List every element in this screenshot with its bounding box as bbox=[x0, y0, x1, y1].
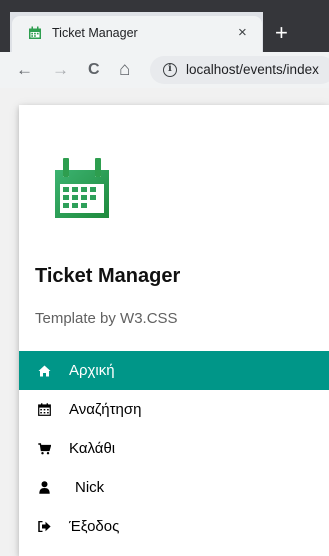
reload-icon[interactable]: C bbox=[88, 60, 100, 80]
sidebar: Ticket Manager Template by W3.CSS Αρχική bbox=[19, 105, 329, 556]
sidebar-item-user[interactable]: Nick bbox=[19, 468, 329, 507]
app-title: Ticket Manager bbox=[35, 265, 181, 287]
sidebar-item-cart[interactable]: Καλάθι bbox=[19, 429, 329, 468]
sidebar-item-label: Nick bbox=[75, 479, 105, 496]
info-icon[interactable] bbox=[163, 63, 177, 77]
new-tab-button[interactable]: + bbox=[275, 22, 288, 44]
sidebar-item-search[interactable]: Αναζήτηση bbox=[19, 390, 329, 429]
tab-title: Ticket Manager bbox=[52, 26, 138, 40]
sidebar-item-label: Αναζήτηση bbox=[69, 401, 142, 418]
forward-icon[interactable]: → bbox=[52, 60, 69, 80]
calendar-favicon-icon bbox=[29, 26, 41, 39]
sidebar-item-home[interactable]: Αρχική bbox=[19, 351, 329, 390]
browser-toolbar: ← → C ⌂ localhost/events/index bbox=[0, 52, 329, 88]
user-icon bbox=[37, 481, 51, 495]
sidebar-menu: Αρχική Αναζήτηση Καλάθι Nick Έξοδος bbox=[19, 351, 329, 546]
app-subtitle: Template by W3.CSS bbox=[35, 310, 178, 327]
home-icon bbox=[37, 364, 51, 378]
sidebar-item-label: Αρχική bbox=[69, 362, 115, 379]
back-icon[interactable]: ← bbox=[16, 60, 33, 80]
home-button-icon[interactable]: ⌂ bbox=[119, 60, 130, 80]
calendar-icon bbox=[37, 403, 51, 417]
sidebar-item-label: Έξοδος bbox=[69, 518, 120, 535]
address-bar[interactable]: localhost/events/index bbox=[150, 56, 329, 84]
sidebar-item-logout[interactable]: Έξοδος bbox=[19, 507, 329, 546]
tab-strip: Ticket Manager × + bbox=[0, 0, 329, 52]
url-text[interactable]: localhost/events/index bbox=[186, 62, 319, 77]
sign-out-icon bbox=[37, 520, 51, 534]
sidebar-item-label: Καλάθι bbox=[69, 440, 116, 457]
calendar-logo-icon bbox=[55, 158, 109, 218]
browser-tab[interactable]: Ticket Manager × bbox=[12, 16, 262, 52]
close-tab-icon[interactable]: × bbox=[238, 24, 247, 41]
cart-icon bbox=[37, 442, 51, 456]
browser-chrome: Ticket Manager × + ← → C ⌂ localhost/eve… bbox=[0, 0, 329, 88]
